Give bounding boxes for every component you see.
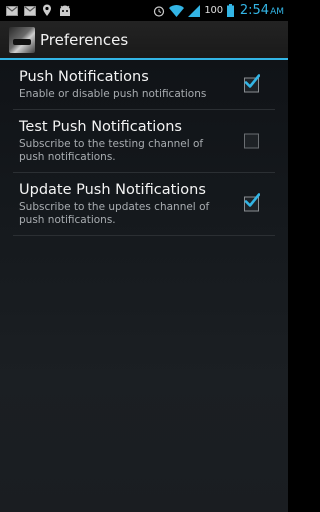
checkmark-icon: [244, 193, 260, 207]
pref-title: Push Notifications: [19, 69, 149, 85]
preferences-list: Push Notifications Enable or disable pus…: [0, 60, 288, 512]
battery-icon: [226, 4, 234, 17]
clock-time: 2:54: [239, 3, 270, 18]
system-icons: 100 2:54AM: [153, 3, 288, 18]
app-icon[interactable]: [9, 26, 35, 53]
pref-test-push-notifications[interactable]: Test Push Notifications Subscribe to the…: [13, 110, 275, 173]
wifi-icon: [169, 4, 185, 17]
pref-summary: Subscribe to the testing channel of push…: [19, 138, 204, 163]
location-pin-icon: [43, 4, 51, 16]
pref-summary: Subscribe to the updates channel of push…: [19, 201, 210, 226]
gmail-icon: [6, 5, 18, 16]
checkbox[interactable]: [244, 133, 259, 149]
gmail-icon: [24, 5, 36, 16]
pref-summary: Enable or disable push notifications: [19, 88, 207, 100]
page-title: Preferences: [40, 30, 129, 49]
notification-icons: [0, 4, 72, 17]
pref-push-notifications[interactable]: Push Notifications Enable or disable pus…: [13, 60, 275, 110]
checkbox[interactable]: [244, 73, 260, 92]
android-icon: [60, 5, 70, 16]
battery-level: 100: [204, 5, 223, 16]
alarm-icon: [154, 5, 165, 17]
pref-title: Test Push Notifications: [19, 119, 182, 135]
checkmark-icon: [244, 73, 260, 88]
status-bar: 100 2:54AM: [0, 0, 288, 21]
cell-signal-icon: [188, 4, 201, 17]
action-bar: Preferences: [0, 21, 288, 58]
pref-update-push-notifications[interactable]: Update Push Notifications Subscribe to t…: [13, 173, 275, 236]
clock: 2:54AM: [240, 3, 284, 18]
pref-title: Update Push Notifications: [19, 182, 206, 198]
checkbox[interactable]: [244, 193, 260, 212]
clock-suffix: AM: [270, 7, 284, 17]
